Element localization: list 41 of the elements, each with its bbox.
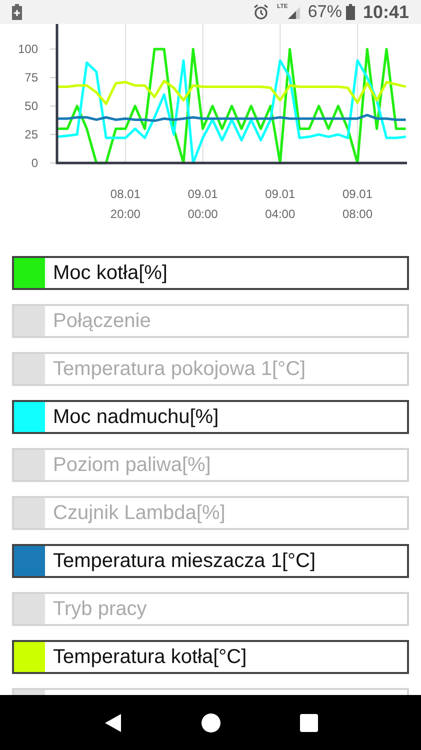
y-tick-label: 100 xyxy=(18,42,38,56)
legend-item[interactable]: Poziom paliwa[%] xyxy=(12,448,409,482)
back-icon[interactable] xyxy=(103,712,124,732)
x-tick-label: 09.01 04:00 xyxy=(265,187,296,221)
y-tick-label: 25 xyxy=(24,128,38,142)
home-icon[interactable] xyxy=(201,712,222,732)
color-swatch xyxy=(14,306,45,336)
signal-icon xyxy=(288,5,300,19)
legend-label: Temperatura pokojowa 1[°C] xyxy=(53,357,306,382)
legend-label: Moc kotła[%] xyxy=(53,261,168,286)
legend-item[interactable]: Połączenie xyxy=(12,304,409,338)
legend-item[interactable]: Tryb pracy xyxy=(12,592,409,626)
legend-label: Połączenie xyxy=(53,309,151,334)
legend-item[interactable]: Czujnik Lambda[%] xyxy=(12,496,409,530)
y-tick-label: 0 xyxy=(31,156,38,170)
color-swatch xyxy=(14,450,45,480)
color-swatch xyxy=(14,594,45,624)
battery-charging-icon xyxy=(12,4,22,20)
legend-item[interactable]: Moc nadmuchu[%] xyxy=(12,400,409,434)
legend-label: Temperatura kotła[°C] xyxy=(53,645,247,670)
x-tick-label: 08.01 20:00 xyxy=(110,187,140,221)
x-tick-label: 09.01 00:00 xyxy=(188,187,218,221)
color-swatch xyxy=(14,498,45,528)
legend-item[interactable]: Temperatura kotła[°C] xyxy=(12,640,409,674)
y-tick-label: 50 xyxy=(24,99,38,114)
legend-label: Poziom paliwa[%] xyxy=(53,453,211,478)
legend-label: Temperatura mieszacza 1[°C] xyxy=(53,549,316,574)
y-tick-label: 75 xyxy=(24,70,38,85)
color-swatch xyxy=(14,354,45,384)
clock-text: 10:41 xyxy=(362,0,409,24)
legend-label: Czujnik Lambda[%] xyxy=(53,501,226,526)
legend-label: Moc nadmuchu[%] xyxy=(53,405,219,430)
x-tick-label: 09.01 08:00 xyxy=(342,187,373,221)
legend-item[interactable]: Temperatura mieszacza 1[°C] xyxy=(12,544,409,578)
legend-label: Tryb pracy xyxy=(53,597,147,622)
legend-item[interactable]: Moc kotła[%] xyxy=(12,256,409,290)
legend-item[interactable]: Temperatura pokojowa 1[°C] xyxy=(12,352,409,386)
battery-icon xyxy=(346,4,355,20)
recent-apps-icon[interactable] xyxy=(300,714,318,732)
alarm-clock-icon xyxy=(253,4,270,20)
battery-percent-text: 67% xyxy=(308,1,342,24)
